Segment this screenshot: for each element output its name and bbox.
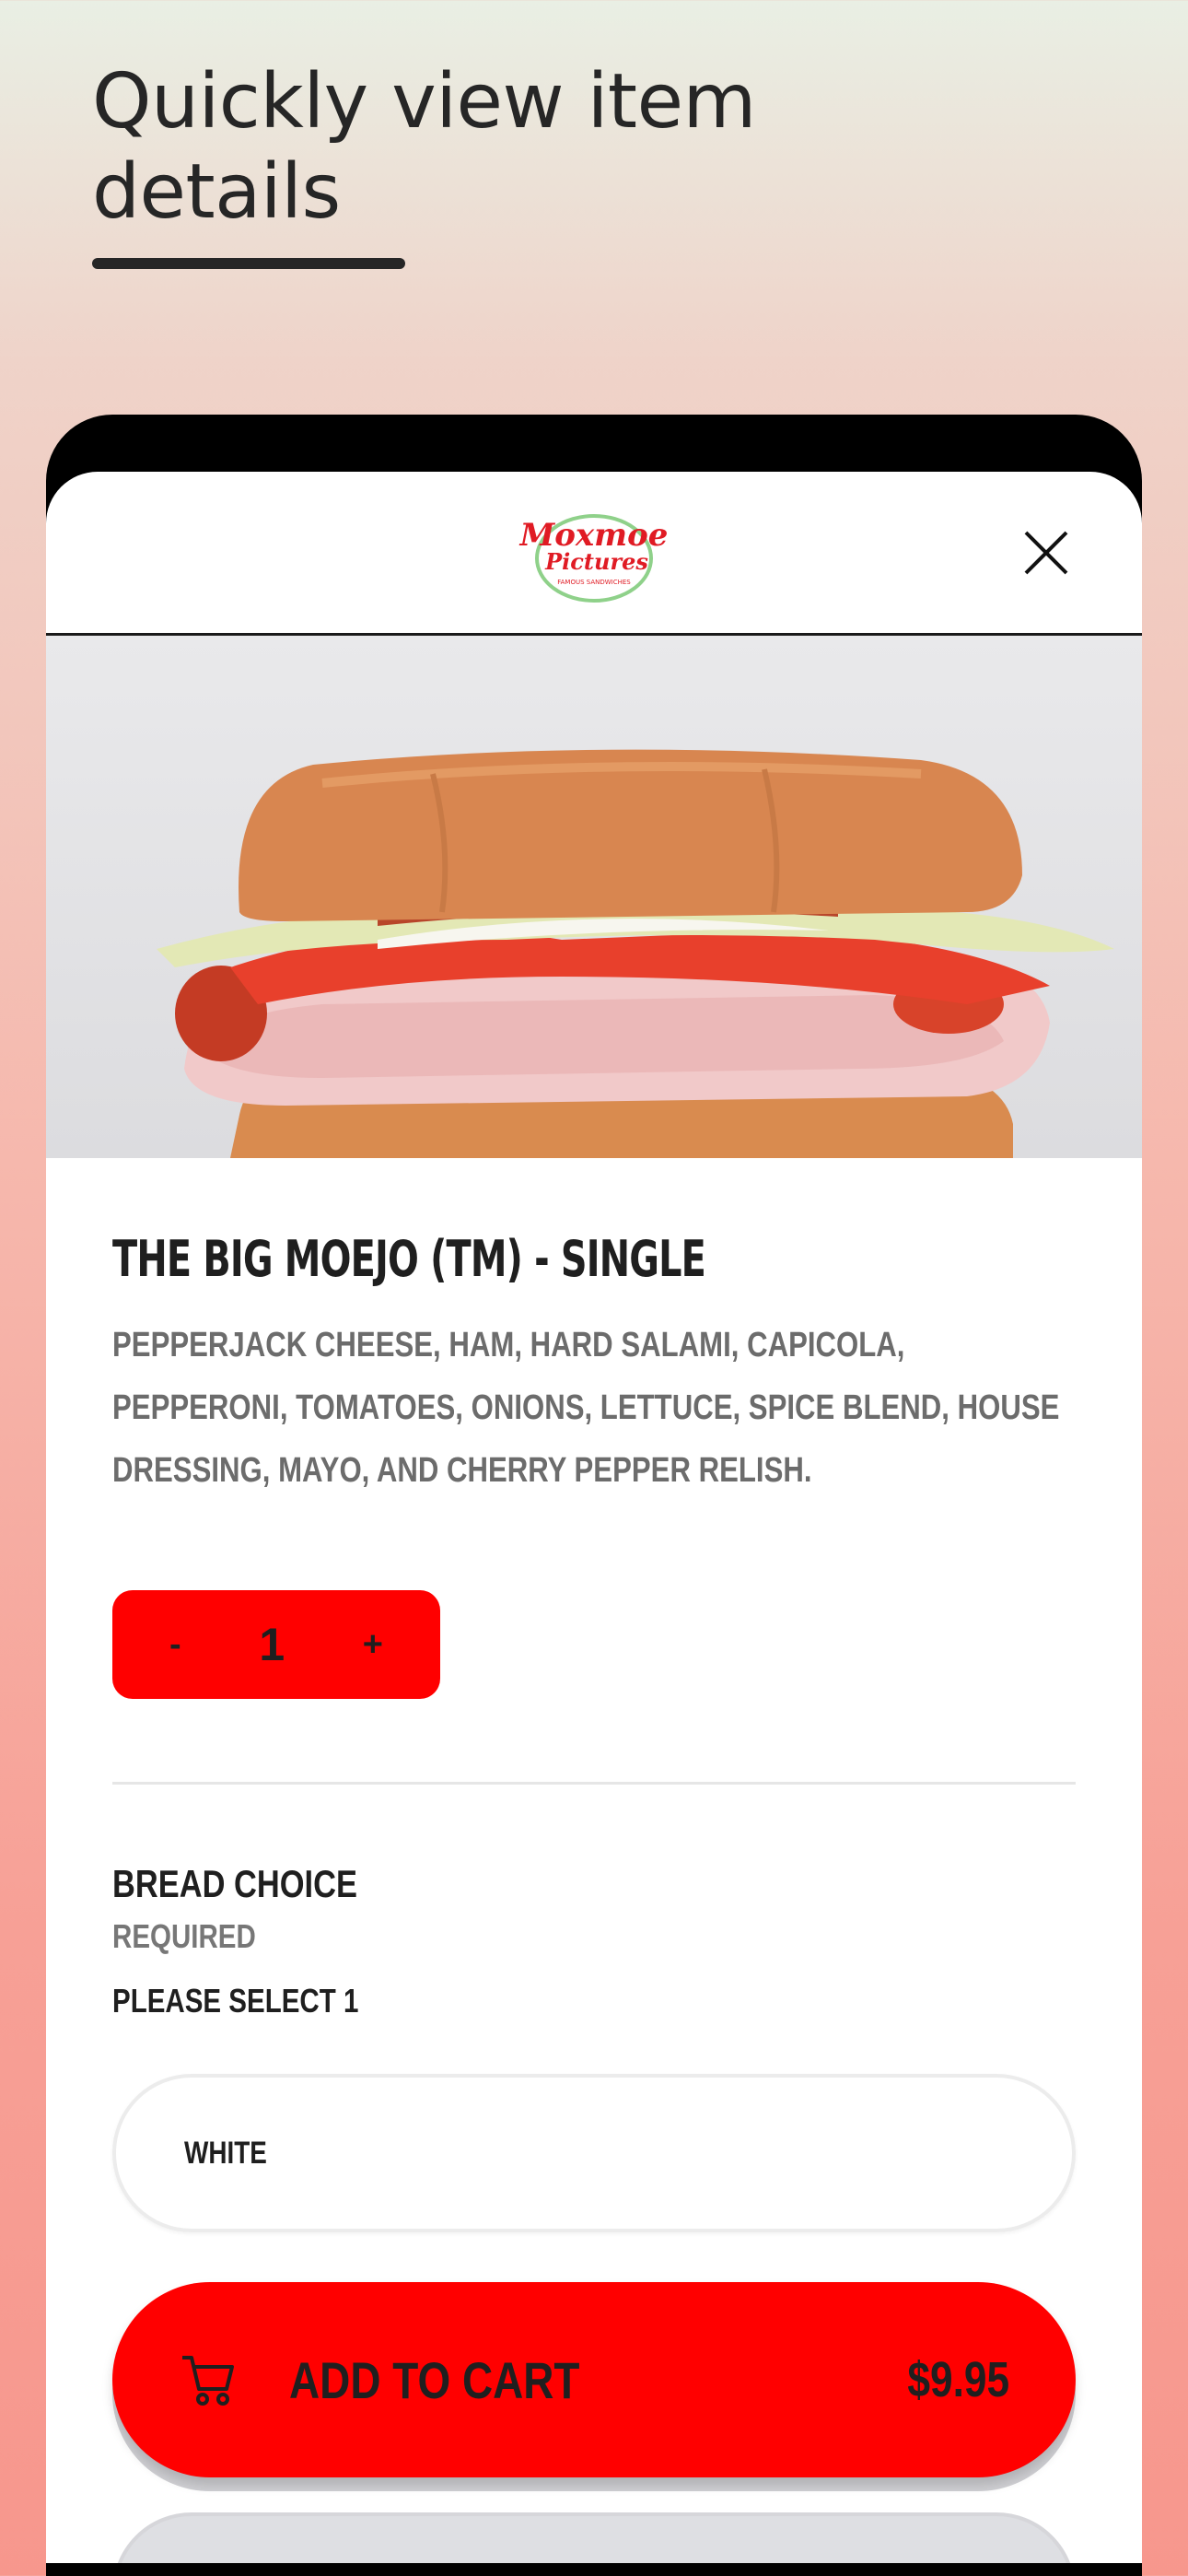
option-group-required: REQUIRED [112, 1917, 256, 1955]
item-content: THE BIG MOEJO (TM) - SINGLE PEPPERJACK C… [46, 1230, 1142, 2232]
option-group-instruction: PLEASE SELECT 1 [112, 1982, 359, 2020]
item-title: THE BIG MOEJO (TM) - SINGLE [112, 1230, 706, 1288]
brand-line2: Pictures [544, 548, 648, 575]
item-detail-modal: Moxmoe Pictures FAMOUS SANDWICHES THE BI… [46, 472, 1142, 2563]
bread-option-white[interactable]: WHITE [112, 2074, 1076, 2232]
brand-tagline: FAMOUS SANDWICHES [557, 579, 631, 586]
increment-button[interactable]: + [363, 1625, 383, 1665]
sandwich-illustration [157, 749, 1114, 1158]
close-icon[interactable] [1022, 529, 1070, 577]
brand-logo: Moxmoe Pictures FAMOUS SANDWICHES [519, 514, 668, 603]
cart-icon [182, 2356, 234, 2406]
quantity-value: 1 [259, 1619, 285, 1670]
item-image [46, 636, 1142, 1158]
page-headline: Quickly view item details [92, 58, 756, 236]
cart-price: $9.95 [907, 2352, 1009, 2407]
item-description: PEPPERJACK CHEESE, HAM, HARD SALAMI, CAP… [112, 1326, 1060, 1490]
add-to-cart-label: ADD TO CART [289, 2350, 580, 2409]
bread-option-next[interactable] [112, 2512, 1076, 2563]
headline-underline [92, 258, 405, 269]
quantity-stepper: - 1 + [112, 1590, 440, 1699]
modal-header: Moxmoe Pictures FAMOUS SANDWICHES [46, 472, 1142, 636]
add-to-cart-button[interactable]: ADD TO CART $9.95 [112, 2282, 1076, 2477]
decrement-button[interactable]: - [169, 1625, 181, 1665]
divider [112, 1782, 1076, 1785]
option-group-title: BREAD CHOICE [112, 1862, 357, 1905]
option-label: WHITE [184, 2135, 267, 2171]
